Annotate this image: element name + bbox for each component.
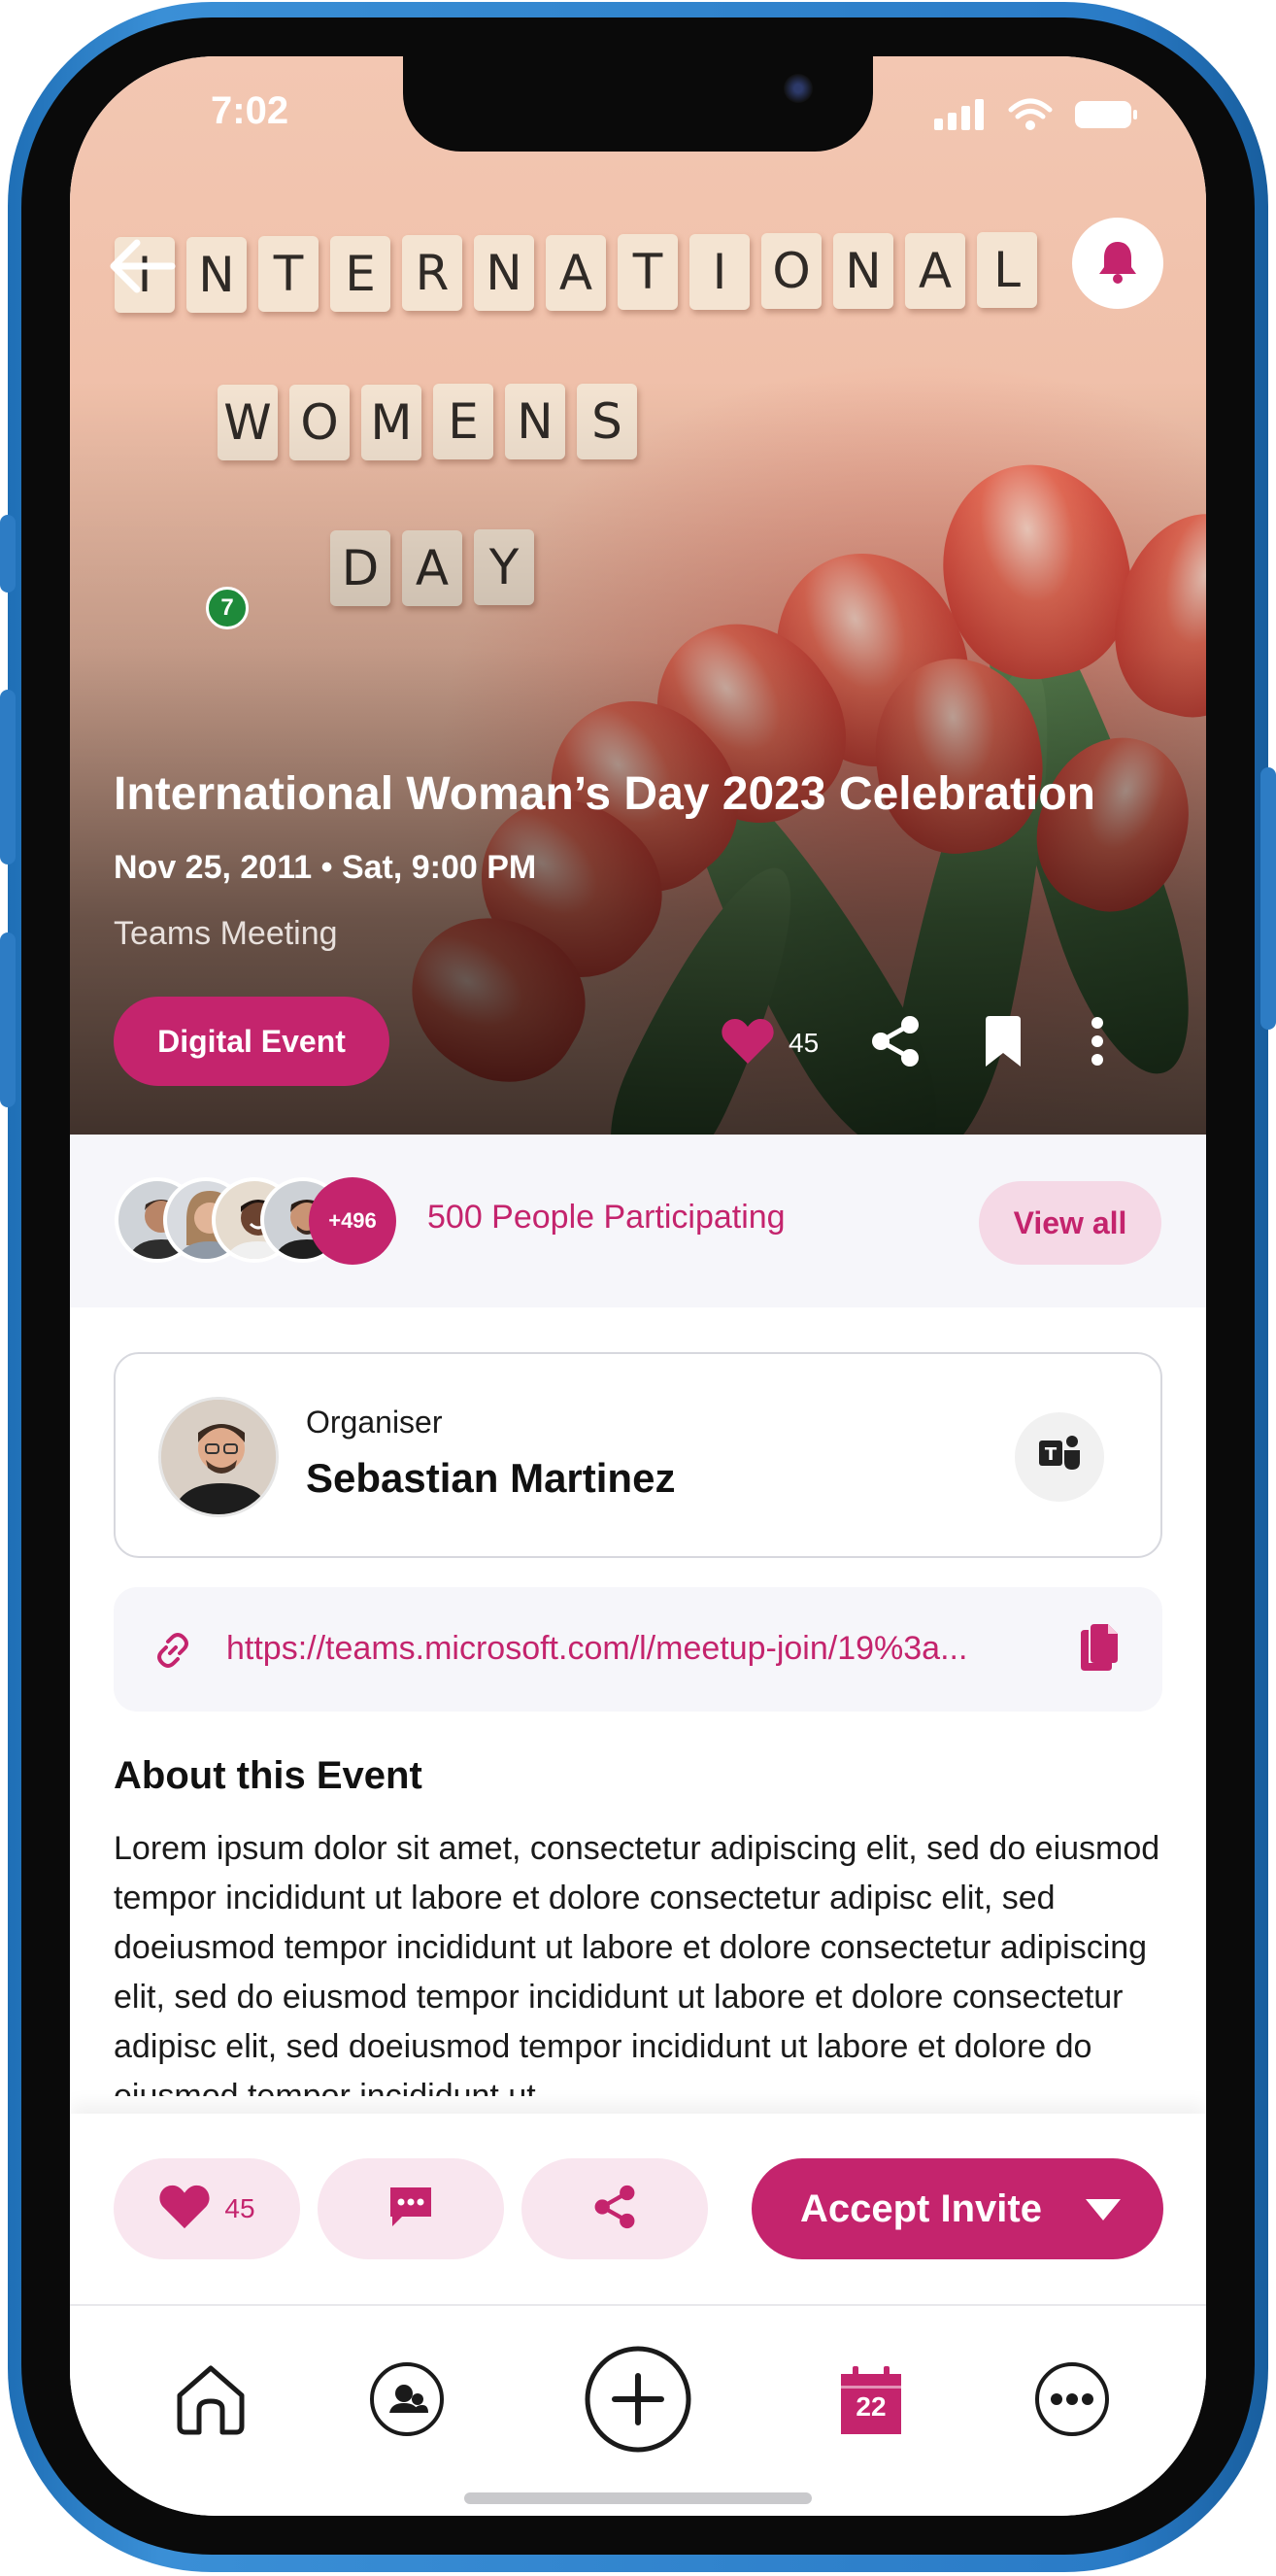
like-count: 45 [789,1028,820,1058]
tab-home[interactable] [152,2343,269,2459]
accept-invite-label: Accept Invite [800,2186,1042,2230]
organiser-role: Organiser [306,1405,443,1440]
volume-down-button [0,932,16,1107]
tab-more[interactable] [1014,2343,1130,2459]
event-title: International Woman’s Day 2023 Celebrati… [114,768,1095,820]
wifi-icon [1008,98,1053,136]
tab-profile[interactable] [349,2343,465,2459]
back-arrow-icon [108,237,176,300]
organiser-avatar [158,1397,279,1517]
status-time: 7:02 [211,89,289,132]
copy-icon[interactable] [1077,1624,1120,1678]
action-bar: 45 Accept Invite [70,2114,1206,2306]
more-participants-badge: +496 [309,1177,396,1265]
notification-button[interactable] [1072,218,1163,309]
front-camera [784,74,813,103]
mute-switch [0,515,16,593]
bottom-tab-bar: 22 [70,2306,1206,2516]
event-hero-image: INTERNATIONAL WOMENS DAY 7:02 7 [70,56,1206,1135]
back-button[interactable] [103,229,181,307]
more-vertical-icon[interactable] [1091,1016,1104,1071]
meeting-link[interactable]: https://teams.microsoft.com/l/meetup-joi… [114,1587,1162,1712]
organiser-card[interactable]: Organiser Sebastian Martinez T [114,1352,1162,1558]
share-button[interactable] [521,2158,708,2259]
more-horizontal-icon [1033,2360,1111,2443]
about-title: About this Event [114,1754,422,1797]
svg-text:T: T [1045,1444,1058,1465]
chat-icon [386,2184,435,2235]
heart-icon[interactable] [721,1017,775,1070]
home-icon [174,2362,248,2441]
signal-icon [934,98,987,135]
share-icon[interactable] [871,1015,920,1072]
event-type-badge[interactable]: Digital Event [114,997,389,1086]
count-badge: 7 [206,587,249,629]
notch [403,56,873,152]
tab-calendar[interactable]: 22 [813,2343,929,2459]
home-indicator[interactable] [464,2492,812,2504]
tab-create[interactable] [580,2343,696,2459]
volume-up-button [0,690,16,864]
view-all-button[interactable]: View all [979,1181,1161,1265]
comment-button[interactable] [318,2158,504,2259]
like-button[interactable]: 45 [114,2158,300,2259]
profile-icon [368,2360,446,2443]
event-subtitle: Teams Meeting [114,915,338,952]
battery-icon [1074,99,1138,135]
event-date: Nov 25, 2011 • Sat, 9:00 PM [114,849,537,886]
organiser-name: Sebastian Martinez [306,1455,676,1501]
chevron-down-icon[interactable] [1086,2199,1121,2220]
participants-bar: +496 500 People Participating View all [70,1135,1206,1307]
about-description: Lorem ipsum dolor sit amet, consectetur … [114,1830,1160,2096]
share-icon [593,2185,636,2234]
bell-icon [1096,238,1139,289]
calendar-day: 22 [856,2391,887,2422]
teams-button[interactable]: T [1015,1412,1104,1502]
heart-icon [158,2184,211,2235]
accept-invite-button[interactable]: Accept Invite [752,2158,1163,2259]
link-icon [151,1628,195,1678]
teams-icon: T [1037,1433,1082,1481]
participants-label: 500 People Participating [427,1199,786,1236]
status-icons [934,98,1138,136]
screen: INTERNATIONAL WOMENS DAY 7:02 7 [70,56,1206,2516]
bookmark-icon[interactable] [984,1015,1023,1071]
power-button [1260,767,1276,1030]
like-count: 45 [224,2193,255,2223]
hero-actions: 45 [721,1006,1104,1080]
meeting-link-url[interactable]: https://teams.microsoft.com/l/meetup-joi… [226,1630,1023,1668]
calendar-icon: 22 [837,2364,905,2438]
add-icon [584,2345,692,2458]
